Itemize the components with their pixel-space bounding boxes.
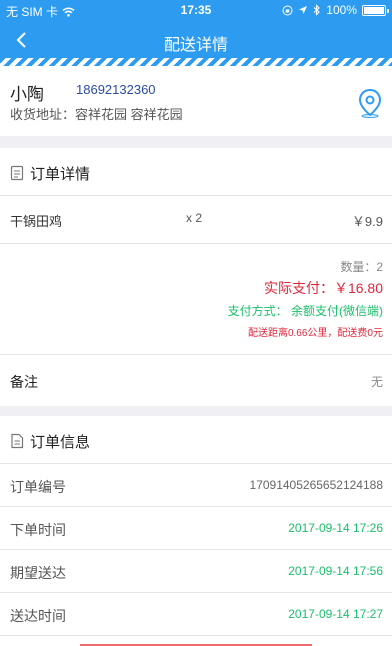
recipient-name: 小陶 <box>10 85 44 104</box>
envelope-stripe-divider <box>0 58 392 66</box>
delivered-time-row: 送达时间 2017-09-14 17:27 <box>0 593 392 636</box>
item-quantity: x 2 <box>186 211 203 225</box>
location-arrow-icon <box>299 6 308 14</box>
delivered-time-label: 送达时间 <box>10 608 66 624</box>
nav-bar: 配送详情 <box>0 20 392 60</box>
recipient-card: 小陶 18692132360 收货地址：容祥花园 容祥花园 <box>0 66 392 136</box>
bluetooth-icon <box>313 4 321 16</box>
delivered-time-value: 2017-09-14 17:27 <box>288 607 383 621</box>
delivery-distance-fee: 配送距离0.66公里，配送费0元 <box>247 328 383 339</box>
item-count: 数量：2 <box>340 260 383 274</box>
payment-method: 支付方式： 余额支付(微信端) <box>227 304 383 318</box>
order-item-row: 干锅田鸡 x 2 ￥9.9 <box>0 196 392 244</box>
order-summary: 数量：2 实际支付：￥16.80 支付方式： 余额支付(微信端) 配送距离0.6… <box>0 244 392 355</box>
order-number-value: 17091405265652124188 <box>249 478 383 492</box>
order-time-value: 2017-09-14 17:26 <box>288 521 383 535</box>
status-bar: 无 SIM 卡 17:35 100% <box>0 0 392 20</box>
item-name: 干锅田鸡 <box>10 214 63 229</box>
battery-icon <box>362 4 389 16</box>
expected-delivery-row: 期望送达 2017-09-14 17:56 <box>0 550 392 593</box>
order-info-header: 订单信息 <box>0 416 392 464</box>
recipient-phone[interactable]: 18692132360 <box>76 82 156 97</box>
order-time-label: 下单时间 <box>10 522 66 538</box>
expected-delivery-label: 期望送达 <box>10 565 66 581</box>
remark-value: 无 <box>370 375 383 389</box>
battery-percent: 100% <box>326 3 357 17</box>
order-details-header: 订单详情 <box>0 148 392 196</box>
page-title: 配送详情 <box>163 37 228 54</box>
delivery-address: 收货地址：容祥花园 容祥花园 <box>10 107 183 122</box>
remark-row: 备注 无 <box>0 355 392 406</box>
item-price: ￥9.9 <box>351 214 383 229</box>
order-details-section: 订单详情 干锅田鸡 x 2 ￥9.9 数量：2 实际支付：￥16.80 支付方式… <box>0 148 392 406</box>
order-info-section: 订单信息 订单编号 17091405265652124188 下单时间 2017… <box>0 416 392 646</box>
expected-delivery-value: 2017-09-14 17:56 <box>288 564 383 578</box>
orientation-lock-icon <box>282 5 293 15</box>
remark-label: 备注 <box>10 374 38 390</box>
location-pin-icon <box>358 88 382 118</box>
order-details-title: 订单详情 <box>30 166 91 183</box>
status-right: 100% <box>282 3 389 17</box>
order-info-title: 订单信息 <box>30 434 91 451</box>
document-icon <box>10 165 24 181</box>
order-time-row: 下单时间 2017-09-14 17:26 <box>0 507 392 550</box>
actual-payment: 实际支付：￥16.80 <box>263 280 383 296</box>
location-button[interactable] <box>357 88 383 118</box>
order-number-row: 订单编号 17091405265652124188 <box>0 464 392 507</box>
order-number-label: 订单编号 <box>10 479 66 495</box>
document-icon <box>11 433 24 449</box>
